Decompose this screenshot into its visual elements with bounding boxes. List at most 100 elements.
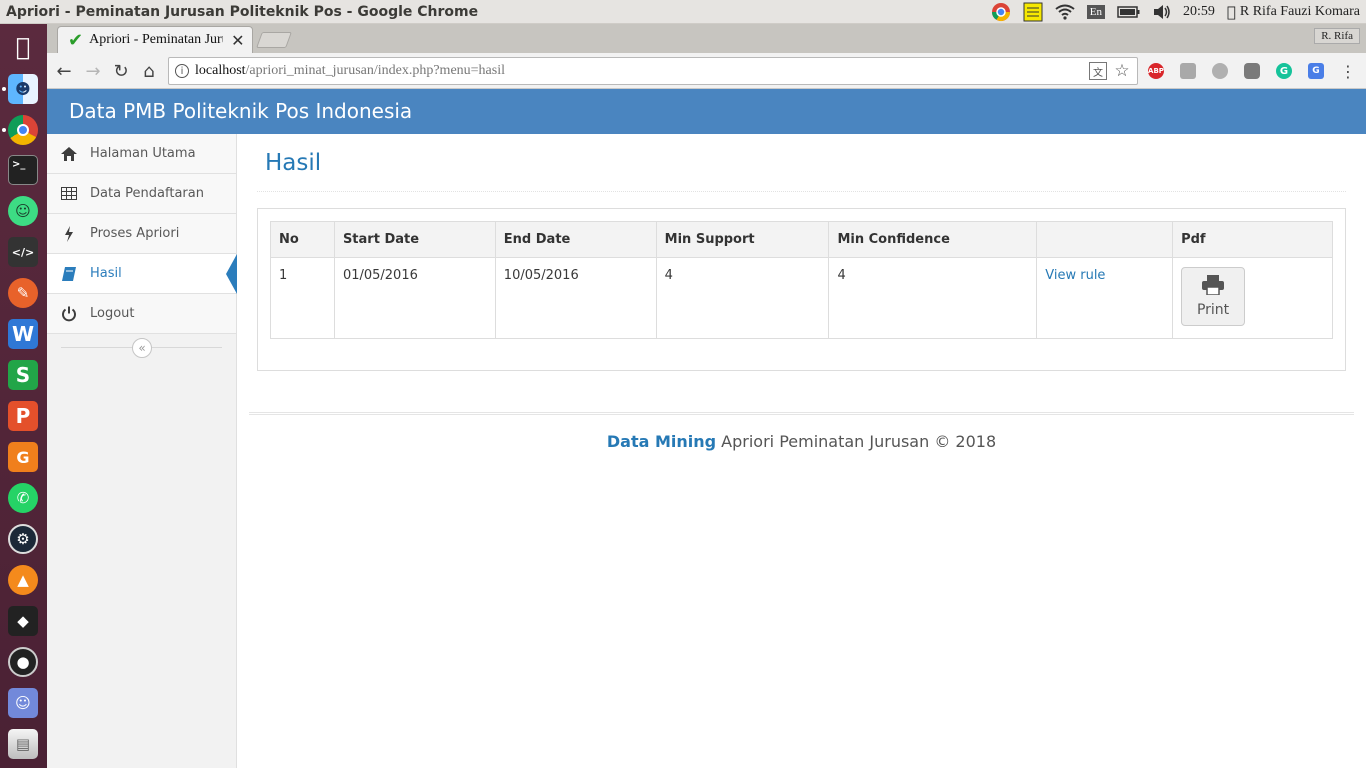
whatsapp-icon[interactable]: ✆ [8, 483, 38, 513]
column-header: End Date [494, 221, 657, 258]
finder-icon[interactable]: ☻ [8, 74, 38, 104]
running-indicator [2, 128, 6, 132]
home-icon[interactable]: ⌂ [138, 60, 160, 82]
column-header: Pdf [1172, 221, 1333, 258]
tab-title: Apriori - Peminatan Jurusan Politeknik P… [89, 32, 223, 47]
sidebar-item-label: Logout [90, 306, 135, 321]
browser-tab-strip: ✔ Apriori - Peminatan Jurusan Politeknik… [47, 24, 1366, 53]
wps-pdf-icon[interactable]: G [8, 442, 38, 472]
adblock-plus-icon[interactable]: ABP [1148, 63, 1164, 79]
checkmark-favicon-icon: ✔ [68, 29, 84, 51]
app-brand[interactable]: Data PMB Politeknik Pos Indonesia [69, 99, 412, 123]
volume-icon[interactable] [1153, 0, 1171, 24]
wps-writer-icon[interactable]: W [8, 319, 38, 349]
unity-launcher:  ☻ >_ ☺ </> ✎ W S P G ✆ ⚙ ▲ ◆ ● ☺ ▤ [0, 24, 47, 768]
column-header: Min Confidence [828, 221, 1038, 258]
bolt-icon [61, 225, 77, 242]
clock[interactable]: 20:59 [1183, 0, 1215, 24]
web-page: Data PMB Politeknik Pos Indonesia Halama… [47, 89, 1366, 768]
cell-pdf: Print [1172, 257, 1333, 339]
url-host: localhost [195, 63, 246, 78]
info-icon[interactable]: i [175, 64, 189, 78]
sidebar-item-label: Halaman Utama [90, 146, 196, 161]
vlc-icon[interactable]: ▲ [8, 565, 38, 595]
column-header [1036, 221, 1174, 258]
obs-icon[interactable]: ● [8, 647, 38, 677]
power-icon [61, 306, 77, 322]
back-arrow-icon[interactable]: ← [53, 60, 75, 82]
terminal-icon[interactable]: >_ [8, 155, 38, 185]
menu-kebab-icon[interactable]: ⋮ [1337, 60, 1359, 82]
sidebar-collapse-button[interactable]: « [132, 338, 152, 358]
code-editor-icon[interactable]: </> [8, 237, 38, 267]
view-rule-link[interactable]: View rule [1045, 268, 1105, 283]
globe-extension-icon[interactable] [1212, 63, 1228, 79]
cell-min-support: 4 [655, 257, 830, 339]
double-chevron-left-icon: « [138, 341, 146, 355]
apple-icon[interactable]:  [8, 32, 38, 62]
printer-icon [1202, 275, 1225, 298]
close-tab-icon[interactable]: ✕ [231, 31, 244, 50]
column-header: Start Date [333, 221, 496, 258]
bookmark-star-icon[interactable]: ☆ [1113, 61, 1131, 81]
google-translate-icon[interactable]: G [1308, 63, 1324, 79]
os-top-panel: Apriori - Peminatan Jurusan Politeknik P… [0, 0, 1366, 24]
divider [257, 191, 1346, 192]
discord-icon[interactable]: ☺ [8, 688, 38, 718]
address-bar[interactable]: i localhost/apriori_minat_jurusan/index.… [168, 57, 1138, 85]
battery-icon[interactable] [1117, 0, 1141, 24]
sidebar-item-hasil[interactable]: Hasil [47, 254, 237, 294]
cell-action: View rule [1036, 257, 1174, 339]
compass-icon[interactable]: ✎ [8, 278, 38, 308]
reload-icon[interactable]: ↻ [110, 60, 132, 82]
table-row: 1 01/05/2016 10/05/2016 4 4 View rule Pr… [270, 257, 1333, 339]
apple-icon:  [1227, 3, 1236, 21]
cell-min-confidence: 4 [828, 257, 1038, 339]
translate-icon[interactable]: 文 [1089, 62, 1107, 80]
chat-extension-icon[interactable] [1244, 63, 1260, 79]
user-name: R Rifa Fauzi Komara [1239, 4, 1360, 19]
session-menu[interactable]:  R Rifa Fauzi Komara [1227, 0, 1360, 24]
sidebar-item-data-pendaftaran[interactable]: Data Pendaftaran [47, 174, 236, 214]
home-icon [61, 146, 77, 162]
footer-brand: Data Mining [606, 432, 717, 451]
sidebar-item-label: Data Pendaftaran [90, 186, 204, 201]
wps-presentation-icon[interactable]: P [8, 401, 38, 431]
browser-toolbar: ← → ↻ ⌂ i localhost/apriori_minat_jurusa… [47, 53, 1366, 89]
column-header: Min Support [655, 221, 830, 258]
page-title: Hasil [265, 150, 322, 176]
wps-spreadsheet-icon[interactable]: S [8, 360, 38, 390]
print-button[interactable]: Print [1181, 267, 1246, 326]
notes-tray-icon[interactable] [1023, 0, 1043, 24]
forward-arrow-icon[interactable]: → [82, 60, 104, 82]
active-indicator [226, 254, 237, 294]
results-panel: No Start Date End Date Min Support Min C… [257, 208, 1346, 371]
main-content: Hasil No Start Date End Date Min Support… [237, 134, 1366, 768]
cell-no: 1 [270, 257, 335, 339]
android-icon[interactable]: ☺ [8, 196, 38, 226]
inkscape-icon[interactable]: ◆ [8, 606, 38, 636]
grammarly-icon[interactable]: G [1276, 63, 1292, 79]
new-tab-button[interactable] [256, 32, 292, 48]
wifi-icon[interactable] [1055, 0, 1075, 24]
browser-tab[interactable]: ✔ Apriori - Peminatan Jurusan Politeknik… [57, 26, 253, 53]
steam-icon[interactable]: ⚙ [8, 524, 38, 554]
sidebar-item-halaman-utama[interactable]: Halaman Utama [47, 134, 236, 174]
chrome-icon[interactable] [8, 115, 38, 145]
keyboard-language-indicator[interactable]: En [1086, 0, 1105, 24]
footer: Data Mining Apriori Peminatan Jurusan © … [237, 432, 1366, 451]
sidebar-item-proses-apriori[interactable]: Proses Apriori [47, 214, 236, 254]
sidebar-item-logout[interactable]: Logout [47, 294, 236, 334]
trash-icon[interactable]: ▤ [8, 729, 38, 759]
profile-button[interactable]: R. Rifa [1314, 28, 1360, 44]
cell-start-date: 01/05/2016 [333, 257, 496, 339]
app-navbar: Data PMB Politeknik Pos Indonesia [47, 89, 1366, 134]
extension-gray-icon[interactable] [1180, 63, 1196, 79]
results-table: No Start Date End Date Min Support Min C… [270, 221, 1333, 339]
table-icon [61, 186, 77, 202]
url-path: /apriori_minat_jurusan/index.php?menu=ha… [245, 63, 505, 78]
window-title: Apriori - Peminatan Jurusan Politeknik P… [6, 3, 479, 20]
column-header: No [270, 221, 335, 258]
print-label: Print [1196, 302, 1230, 318]
chrome-tray-icon[interactable] [991, 0, 1011, 24]
